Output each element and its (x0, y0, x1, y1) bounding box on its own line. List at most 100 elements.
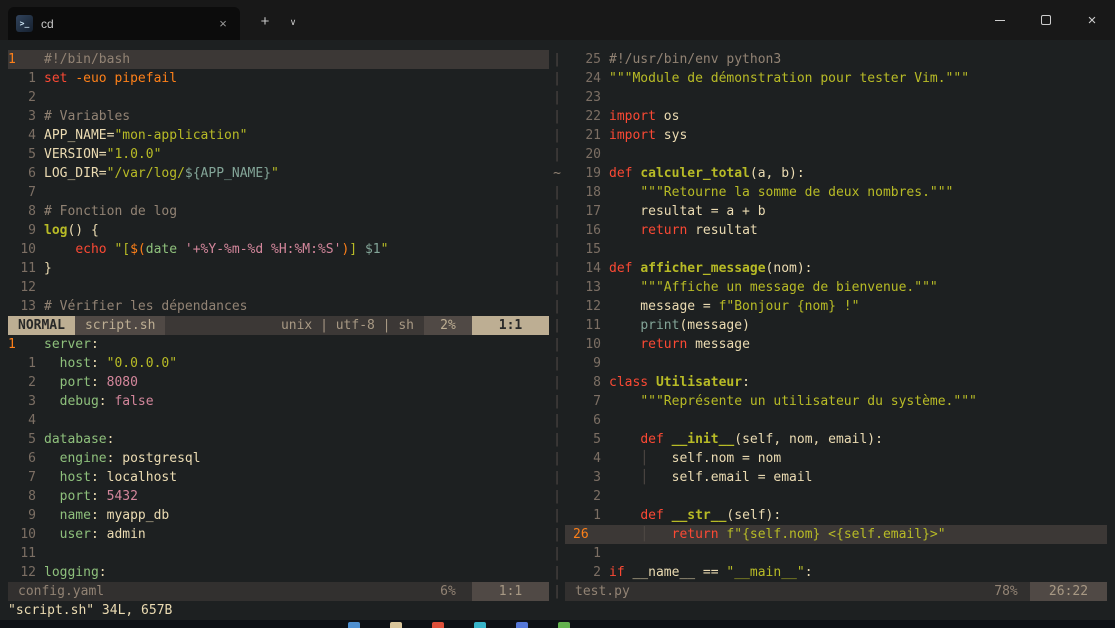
new-tab-button[interactable]: + (250, 7, 280, 37)
code-line: 12logging: (8, 563, 549, 582)
vert-split-bar: | (549, 544, 565, 563)
line-number: 24 (573, 69, 601, 88)
code-text: LOG_DIR="/var/log/${APP_NAME}" (44, 164, 279, 183)
line-number: 8 (8, 487, 36, 506)
tab-close-icon[interactable]: × (214, 15, 232, 33)
line-number: 12 (573, 297, 601, 316)
line-number: 11 (8, 544, 36, 563)
code-line: 6LOG_DIR="/var/log/${APP_NAME}" (8, 164, 549, 183)
code-text: def __str__(self): (609, 506, 781, 525)
line-number: 18 (573, 183, 601, 202)
code-text: echo "[$(date '+%Y-%m-%d %H:%M:%S')] $1" (44, 240, 388, 259)
line-number: 1 (573, 506, 601, 525)
code-line: 4 (8, 411, 549, 430)
line-number: 15 (573, 240, 601, 259)
taskbar-icon[interactable] (474, 622, 486, 628)
taskbar[interactable] (0, 620, 1115, 628)
vert-split-bar: | (549, 487, 565, 506)
code-line: 12 message = f"Bonjour {nom} !" (565, 297, 1107, 316)
line-number: 12 (8, 563, 36, 582)
code-text: print(message) (609, 316, 750, 335)
code-text: database: (44, 430, 114, 449)
code-line: 14def afficher_message(nom): (565, 259, 1107, 278)
terminal-prompt-glyph: >_ (20, 19, 30, 28)
titlebar[interactable]: >_ cd × + ∨ × (0, 0, 1115, 40)
taskbar-icon[interactable] (390, 622, 402, 628)
code-line: 1 host: "0.0.0.0" (8, 354, 549, 373)
code-text: engine: postgresql (44, 449, 201, 468)
pane-config-yaml[interactable]: 1server:1 host: "0.0.0.0"2 port: 80803 d… (8, 335, 549, 582)
line-number: 5 (573, 430, 601, 449)
line-number: 2 (8, 88, 36, 107)
line-number: 5 (8, 430, 36, 449)
terminal-app-icon: >_ (16, 15, 33, 32)
line-number: 1 (8, 69, 36, 88)
maximize-button[interactable] (1023, 0, 1069, 40)
line-number: 6 (573, 411, 601, 430)
code-text: port: 5432 (44, 487, 138, 506)
statusline-spacer (640, 582, 982, 601)
vert-split-bar: | (549, 259, 565, 278)
code-line: 2 port: 8080 (8, 373, 549, 392)
close-icon: × (1088, 13, 1097, 28)
line-number: 8 (573, 373, 601, 392)
statusline-script[interactable]: NORMAL script.sh unix | utf-8 | sh 2% 1:… (8, 316, 549, 335)
code-line: 2 (565, 487, 1107, 506)
line-number: 13 (573, 278, 601, 297)
code-line: 3 │ self.email = email (565, 468, 1107, 487)
code-line: 23 (565, 88, 1107, 107)
line-number: 12 (8, 278, 36, 297)
vert-split-bar: | (549, 221, 565, 240)
code-text: } (44, 259, 52, 278)
code-line: 1server: (8, 335, 549, 354)
line-number: 1 (573, 544, 601, 563)
code-line: 2 (8, 88, 549, 107)
code-line: 22import os (565, 107, 1107, 126)
code-text: │ return f"{self.nom} <{self.email}>" (609, 525, 946, 544)
line-number: 11 (573, 316, 601, 335)
code-line: 13 """Affiche un message de bienvenue.""… (565, 278, 1107, 297)
code-text: user: admin (44, 525, 146, 544)
tab-dropdown-button[interactable]: ∨ (280, 7, 306, 37)
vert-split-bar: | (549, 297, 565, 316)
line-number: 4 (573, 449, 601, 468)
statusline-config[interactable]: config.yaml 6% 1:1 (8, 582, 549, 601)
line-number: 10 (573, 335, 601, 354)
vert-split-bar: | (549, 88, 565, 107)
line-number: 9 (573, 354, 601, 373)
split-separator[interactable]: ||||||~|||||||||||||||||||||| (549, 50, 565, 601)
code-text: # Variables (44, 107, 130, 126)
vert-split-bar: | (549, 145, 565, 164)
code-text: #!/usr/bin/env python3 (609, 50, 781, 69)
vert-split-bar: | (549, 411, 565, 430)
taskbar-icon[interactable] (432, 622, 444, 628)
line-number: 6 (8, 449, 36, 468)
statusline-filename: script.sh (75, 316, 165, 335)
taskbar-icon[interactable] (558, 622, 570, 628)
vert-split-bar: | (549, 50, 565, 69)
code-text: """Représente un utilisateur du système.… (609, 392, 977, 411)
tab-cd[interactable]: >_ cd × (8, 7, 240, 40)
code-line: 11 print(message) (565, 316, 1107, 335)
close-button[interactable]: × (1069, 0, 1115, 40)
minimize-button[interactable] (977, 0, 1023, 40)
taskbar-icon[interactable] (348, 622, 360, 628)
code-line: 8# Fonction de log (8, 202, 549, 221)
vert-split-bar: | (549, 202, 565, 221)
code-text: def calculer_total(a, b): (609, 164, 805, 183)
code-line: 8class Utilisateur: (565, 373, 1107, 392)
pane-script-sh[interactable]: 1#!/bin/bash1set -euo pipefail23# Variab… (8, 50, 549, 316)
code-text: host: localhost (44, 468, 177, 487)
statusline-test[interactable]: test.py 78% 26:22 (565, 582, 1107, 601)
code-text: VERSION="1.0.0" (44, 145, 161, 164)
code-line: 1 (565, 544, 1107, 563)
pane-test-py[interactable]: 25#!/usr/bin/env python324"""Module de d… (565, 50, 1107, 582)
code-line: 20 (565, 145, 1107, 164)
code-text: debug: false (44, 392, 154, 411)
line-number: 7 (8, 183, 36, 202)
taskbar-icon[interactable] (516, 622, 528, 628)
eob-tilde: ~ (549, 164, 565, 183)
code-line: 9 (565, 354, 1107, 373)
vert-split-bar: | (549, 373, 565, 392)
statusline-filename: config.yaml (8, 582, 114, 601)
